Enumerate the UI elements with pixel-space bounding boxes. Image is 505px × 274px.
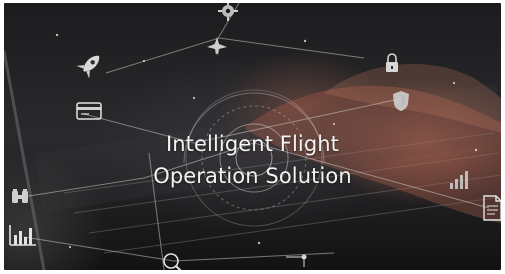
hero-title-line1: Intelligent Flight	[165, 132, 340, 156]
laptop-scene	[4, 50, 501, 270]
page-frame: Intelligent Flight Operation Solution	[0, 0, 505, 274]
circuit-icon	[286, 254, 307, 267]
binoculars-icon	[12, 189, 28, 203]
bar-chart-icon	[9, 225, 36, 246]
plane-icon	[207, 37, 227, 55]
lock-icon	[386, 53, 398, 72]
rocket-icon	[76, 55, 100, 79]
card-icon	[76, 102, 102, 120]
gear-icon	[218, 3, 238, 21]
hero-banner: Intelligent Flight Operation Solution	[4, 3, 501, 270]
hero-title-line2: Operation Solution	[153, 164, 352, 188]
search-icon	[163, 253, 182, 270]
